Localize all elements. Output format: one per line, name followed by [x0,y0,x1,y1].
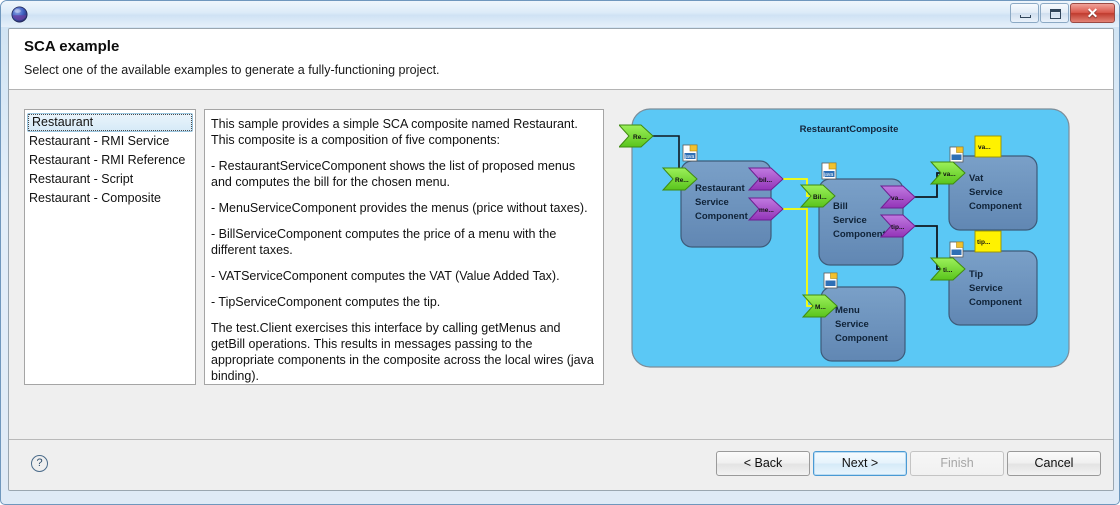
minimize-icon [1020,15,1031,18]
wizard-dialog: SCA example Select one of the available … [8,28,1114,491]
list-item[interactable]: Restaurant - RMI Reference [25,151,195,170]
minimize-button[interactable] [1010,3,1039,23]
description-paragraph: - RestaurantServiceComponent shows the l… [211,159,576,189]
component-title-line: Restaurant [695,183,745,194]
note-label: va... [978,144,991,151]
reference-port-label: tip... [891,224,905,231]
component-title-line: Bill [833,201,848,212]
component-title-line: Service [835,319,869,330]
reference-port-label: me... [759,207,774,214]
cancel-button[interactable]: Cancel [1007,451,1101,476]
list-item[interactable]: Restaurant - Script [25,170,195,189]
description-panel: This sample provides a simple SCA compos… [204,109,604,385]
help-button[interactable]: ? [31,455,48,472]
description-paragraph: - TipServiceComponent computes the tip. [211,295,441,309]
finish-button: Finish [910,451,1004,476]
svg-text:java: java [684,154,694,160]
description-paragraph: - VATServiceComponent computes the VAT (… [211,269,560,283]
description-paragraph: - BillServiceComponent computes the pric… [211,227,557,257]
composite-diagram: RestaurantComposite Re... Restaurant Ser… [619,101,1089,386]
maximize-button[interactable] [1040,3,1069,23]
next-button[interactable]: Next > [813,451,907,476]
description-paragraph: This sample provides a simple SCA compos… [211,117,578,147]
component-title-line: Service [833,215,867,226]
list-item[interactable]: Restaurant - RMI Service [25,132,195,151]
service-port-label: Re... [675,177,689,184]
maximize-icon-bar [1051,10,1060,12]
composite-title: RestaurantComposite [800,124,899,135]
example-list[interactable]: Restaurant Restaurant - RMI Service Rest… [24,109,196,385]
button-bar: < Back Next > Finish Cancel [716,451,1101,476]
service-port-label: va... [943,171,956,178]
svg-text:java: java [823,172,833,178]
wizard-footer: ? < Back Next > Finish Cancel [9,439,1113,490]
component-title-line: Component [833,229,887,240]
component-title-line: Service [695,197,729,208]
java-file-icon: java [682,144,698,162]
component-title-line: Component [969,297,1023,308]
component-title-line: Vat [969,173,984,184]
list-item[interactable]: Restaurant [27,113,193,132]
description-paragraph: The test.Client exercises this interface… [211,321,594,383]
reference-port-label: bil... [759,177,772,184]
note-label: tip... [977,239,991,246]
service-port-label: Bil... [813,194,827,201]
description-paragraph: - MenuServiceComponent provides the menu… [211,201,588,215]
close-button[interactable]: ✕ [1070,3,1115,23]
reference-port-label: va... [891,195,904,202]
component-title-line: Menu [835,305,860,316]
component-title-line: Tip [969,269,983,280]
close-icon: ✕ [1086,4,1099,21]
window-controls: ✕ [1010,3,1115,23]
component-title-line: Component [695,211,749,222]
wizard-content: Restaurant Restaurant - RMI Service Rest… [9,91,1113,439]
page-description: Select one of the available examples to … [24,63,440,77]
dialog-window: ✕ SCA example Select one of the availabl… [0,0,1120,505]
component-title-line: Service [969,283,1003,294]
java-file-icon [949,146,964,163]
back-button[interactable]: < Back [716,451,810,476]
external-service-label: Re... [633,134,647,141]
java-file-icon [949,241,964,258]
service-port-label: M... [815,304,826,311]
component-title-line: Component [969,201,1023,212]
wizard-header: SCA example Select one of the available … [9,29,1113,90]
component-title-line: Service [969,187,1003,198]
page-title: SCA example [24,38,120,55]
title-bar[interactable]: ✕ [1,1,1119,27]
component-title-line: Component [835,333,889,344]
eclipse-sphere-icon [11,6,28,23]
java-file-icon: java [821,162,837,180]
list-item[interactable]: Restaurant - Composite [25,189,195,208]
composite-diagram-svg: RestaurantComposite Re... Restaurant Ser… [619,108,1070,368]
service-port-label: ti... [943,267,953,274]
java-file-icon [823,272,838,289]
